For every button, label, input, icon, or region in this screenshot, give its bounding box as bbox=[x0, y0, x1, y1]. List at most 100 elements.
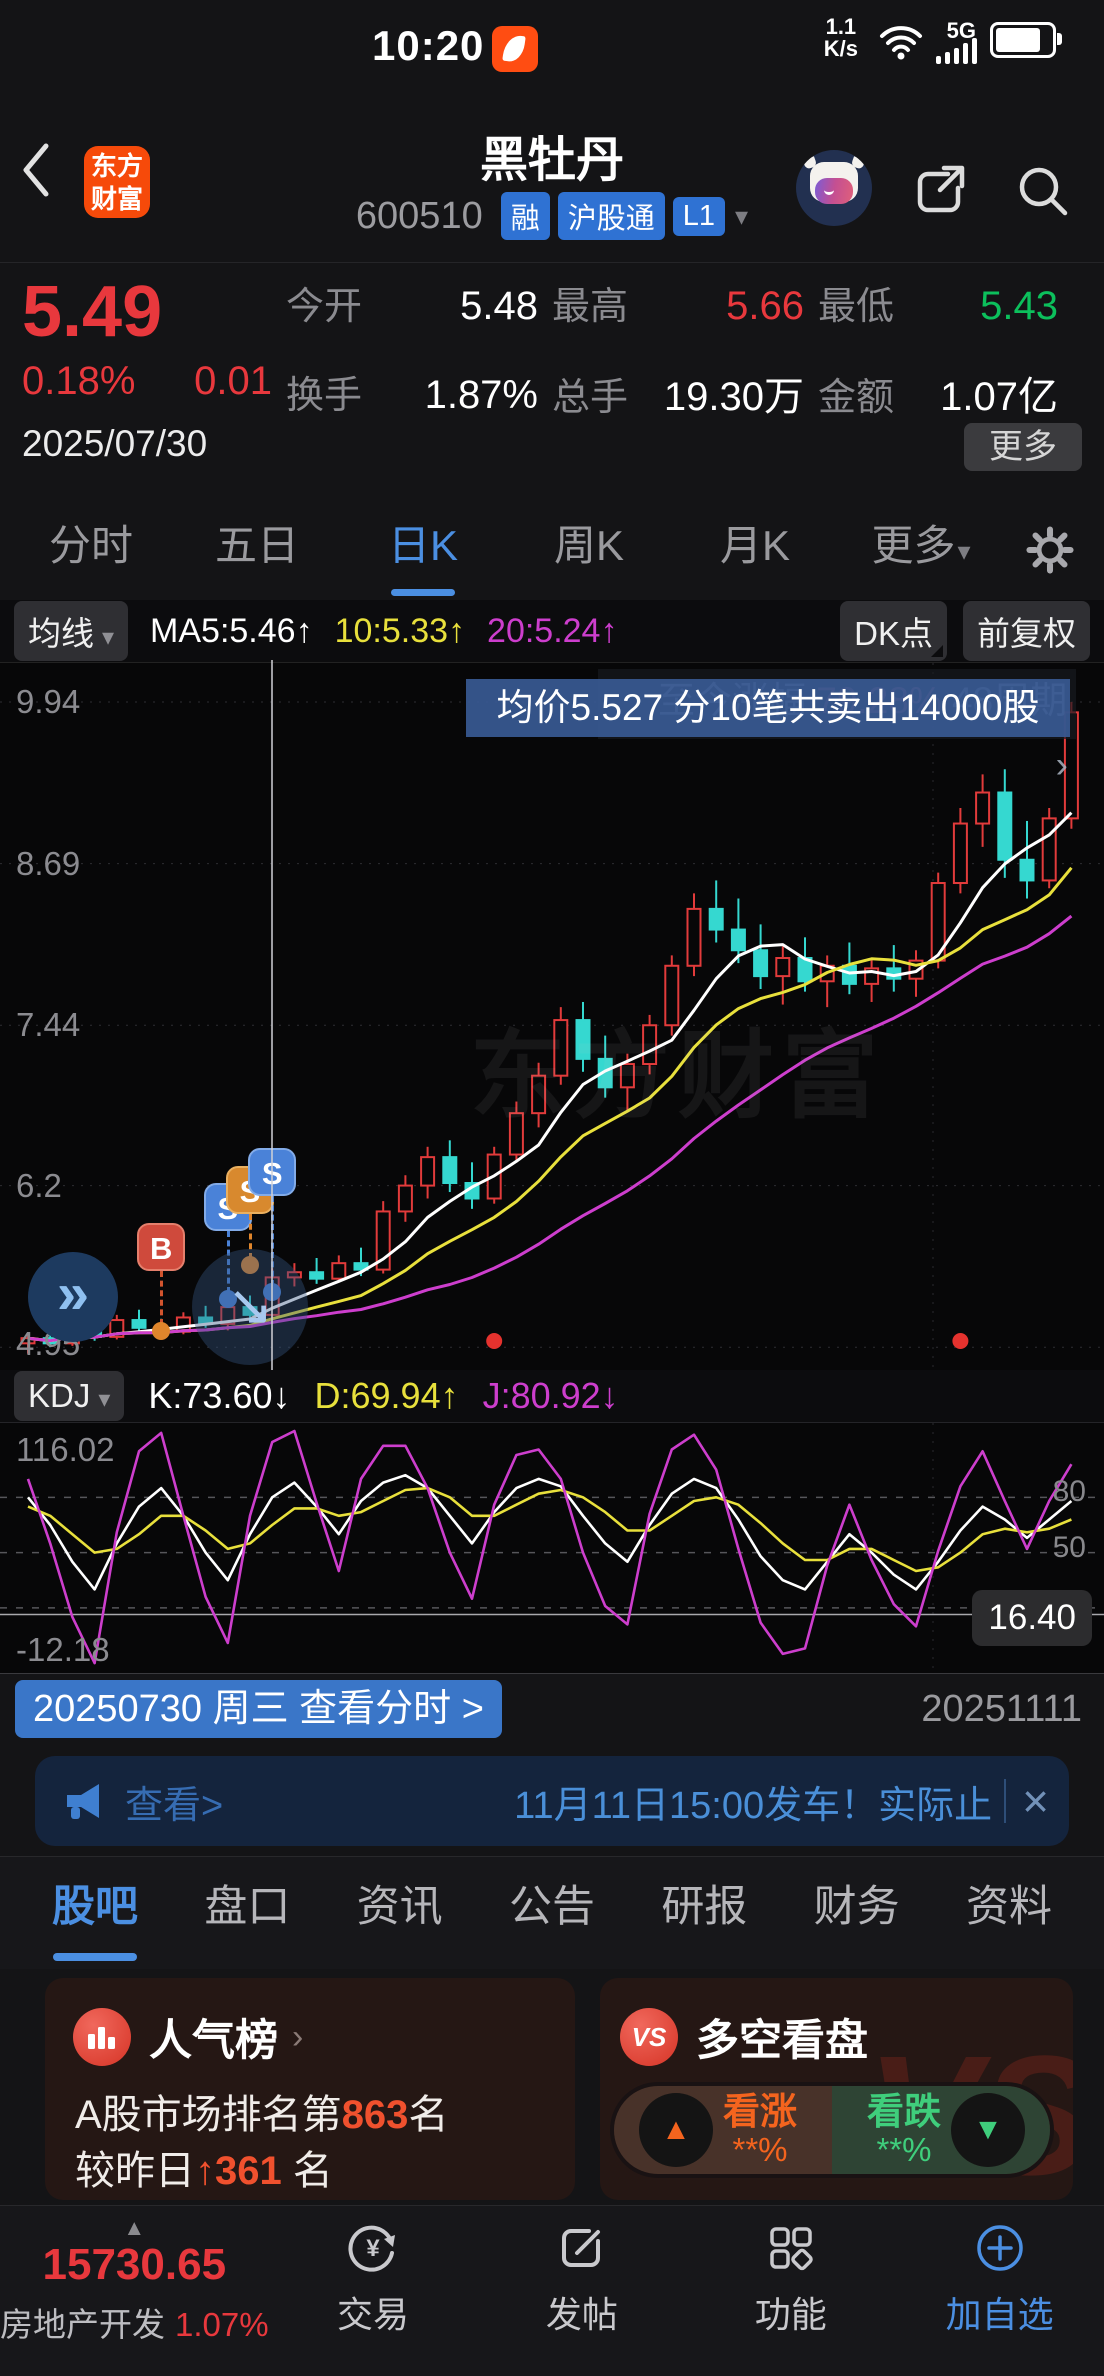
bear-percent: **% bbox=[876, 2131, 932, 2169]
popularity-card[interactable]: 人气榜 › A股市场排名第863名 较昨日↑361 名 bbox=[45, 1978, 575, 2200]
selected-date-badge[interactable]: 20250730 周三 查看分时 > bbox=[15, 1680, 502, 1738]
stat-high: 最高 5.66 bbox=[552, 284, 804, 328]
market-rank-line: A股市场排名第863名 bbox=[75, 2093, 449, 2137]
bull-label: 看涨 bbox=[723, 2090, 797, 2132]
pencil-square-icon bbox=[477, 2220, 686, 2276]
notice-prefix[interactable]: 查看> bbox=[125, 1774, 223, 1829]
forward-adjust-button[interactable]: 前复权 bbox=[963, 601, 1090, 661]
candlestick-chart[interactable]: 东方财富 9.94 8.69 7.44 6.2 4.95 至今涨幅 79.28%… bbox=[0, 662, 1104, 1371]
trade-yuan-icon: ¥ bbox=[269, 2220, 478, 2276]
stat-open: 今开 5.48 bbox=[286, 284, 538, 328]
eastmoney-app-icon bbox=[492, 26, 538, 72]
stat-amount: 金额 1.07亿 bbox=[818, 375, 1058, 419]
level-badge: L1 bbox=[672, 196, 726, 236]
tab-research[interactable]: 研报 bbox=[661, 1857, 747, 1969]
flame-icon bbox=[502, 33, 526, 64]
nav-trade-button[interactable]: ¥ 交易 bbox=[269, 2206, 478, 2376]
long-short-card[interactable]: VS VS 多空看盘 ▲ 看涨 **% 看跌 **% ▼ bbox=[600, 1978, 1073, 2200]
bull-bear-gauge: ▲ 看涨 **% 看跌 **% ▼ bbox=[610, 2082, 1054, 2178]
chevron-down-icon: ▾ bbox=[957, 536, 971, 566]
notice-message[interactable]: 11月11日15:00发车！实际止 bbox=[514, 1774, 992, 1829]
bull-side-button[interactable]: ▲ 看涨 **% bbox=[614, 2086, 832, 2174]
kdj-grid-50-label: 50 bbox=[1052, 1531, 1086, 1564]
tab-monthly-k[interactable]: 月K bbox=[672, 500, 838, 600]
ma5-value: MA5:5.46↑ bbox=[150, 611, 313, 650]
connect-badge: 沪股通 bbox=[557, 192, 665, 240]
notice-divider bbox=[1004, 1779, 1007, 1823]
tab-5day[interactable]: 五日 bbox=[174, 500, 340, 600]
share-icon[interactable] bbox=[908, 160, 970, 222]
stock-code: 600510 bbox=[355, 194, 483, 237]
grid-apps-icon bbox=[686, 2220, 895, 2276]
svg-text:¥: ¥ bbox=[366, 2235, 380, 2262]
tab-profile[interactable]: 资料 bbox=[966, 1857, 1052, 1969]
chevron-right-icon: › bbox=[292, 2017, 304, 2056]
tab-order-book[interactable]: 盘口 bbox=[204, 1857, 290, 1969]
app-screen: 10:20 1.1 K/s 5G 东方 财富 黑牡丹 600510 融 沪股通 … bbox=[0, 0, 1104, 2376]
chart-settings-gear-icon[interactable] bbox=[1004, 521, 1096, 579]
kdj-k-value: K:73.60↓ bbox=[148, 1375, 291, 1416]
nav-functions-button[interactable]: 功能 bbox=[686, 2206, 895, 2376]
chevron-down-icon[interactable]: ▾ bbox=[735, 201, 748, 232]
tab-minute[interactable]: 分时 bbox=[8, 500, 174, 600]
kdj-grid-80-label: 80 bbox=[1052, 1475, 1086, 1508]
assistant-robot-button[interactable] bbox=[796, 150, 872, 226]
stat-volume: 总手 19.30万 bbox=[552, 375, 804, 419]
rank-change-line: 较昨日↑361 名 bbox=[75, 2149, 333, 2193]
ma20-value: 20:5.24↑ bbox=[487, 611, 618, 650]
chevron-down-icon: ▾ bbox=[102, 624, 115, 651]
status-bar: 10:20 1.1 K/s 5G bbox=[0, 0, 1104, 76]
tab-news[interactable]: 资讯 bbox=[357, 1857, 443, 1969]
bear-arrow-icon: ▼ bbox=[951, 2093, 1025, 2167]
chevron-right-icon: › bbox=[1055, 744, 1068, 785]
kdj-d-value: D:69.94↑ bbox=[314, 1375, 459, 1416]
stat-low: 最低 5.43 bbox=[818, 284, 1058, 328]
signal-bars-icon bbox=[936, 38, 980, 64]
kdj-selector-button[interactable]: KDJ ▾ bbox=[14, 1371, 125, 1421]
title-bar: 东方 财富 黑牡丹 600510 融 沪股通 L1 ▾ bbox=[0, 76, 1104, 263]
quote-stats: 今开 5.48 最高 5.66 最低 5.43 换手 1.87% 总手 19.30万 金额… bbox=[286, 275, 1082, 422]
expand-arrow-icon[interactable]: ▲ bbox=[0, 2217, 269, 2239]
bear-side-button[interactable]: 看跌 **% ▼ bbox=[832, 2086, 1050, 2174]
vs-icon: VS bbox=[620, 2008, 678, 2066]
ma-indicator-bar: 均线 ▾ MA5:5.46↑ 10:5.33↑ 20:5.24↑ DK点 前复权 bbox=[0, 600, 1104, 662]
notice-marquee-bar[interactable]: 查看> 11月11日15:00发车！实际止 × bbox=[35, 1756, 1069, 1846]
sector-index-name: 房地产开发 1.07% bbox=[0, 2306, 269, 2343]
bottom-nav-bar: ▲ 15730.65 房地产开发 1.07% ¥ 交易 发帖 功能 加自选 bbox=[0, 2205, 1104, 2376]
kdj-max-label: 116.02 bbox=[16, 1431, 115, 1468]
crosshair-value-badge: 16.40 bbox=[972, 1590, 1092, 1646]
bull-arrow-icon: ▲ bbox=[639, 2093, 713, 2167]
dk-point-button[interactable]: DK点 bbox=[840, 601, 947, 661]
change-value: 0.01 bbox=[194, 359, 272, 403]
tab-financials[interactable]: 财务 bbox=[814, 1857, 900, 1969]
tab-daily-k[interactable]: 日K bbox=[340, 500, 506, 600]
stat-turnover: 换手 1.87% bbox=[286, 373, 538, 417]
quote-date: 2025/07/30 bbox=[22, 423, 208, 464]
more-stats-button[interactable]: 更多 bbox=[964, 423, 1082, 471]
ma-selector-button[interactable]: 均线 ▾ bbox=[14, 601, 129, 661]
megaphone-icon bbox=[67, 1784, 99, 1819]
kdj-j-value: J:80.92↓ bbox=[482, 1375, 619, 1416]
nav-post-button[interactable]: 发帖 bbox=[477, 2206, 686, 2376]
sector-index-item[interactable]: ▲ 15730.65 房地产开发 1.07% bbox=[0, 2206, 269, 2376]
chevron-down-icon: ▾ bbox=[98, 1386, 111, 1413]
kdj-chart[interactable]: 116.02 -12.18 80 50 bbox=[0, 1422, 1104, 1674]
tab-weekly-k[interactable]: 周K bbox=[506, 500, 672, 600]
tab-announcements[interactable]: 公告 bbox=[509, 1857, 595, 1969]
bull-percent: **% bbox=[732, 2131, 788, 2169]
network-speed: 1.1 K/s bbox=[823, 14, 858, 61]
y-axis-label: 6.2 bbox=[16, 1167, 62, 1204]
nav-add-watchlist-button[interactable]: 加自选 bbox=[895, 2206, 1104, 2376]
close-icon[interactable]: × bbox=[1022, 1774, 1049, 1828]
tab-more-periods[interactable]: 更多▾ bbox=[838, 500, 1004, 600]
up-arrow-icon: ↑ bbox=[195, 2149, 215, 2193]
long-short-card-title: 多空看盘 bbox=[696, 2017, 868, 2065]
watermark: 东方财富 bbox=[470, 1023, 886, 1130]
y-axis-label: 7.44 bbox=[16, 1006, 81, 1043]
tab-stock-forum[interactable]: 股吧 bbox=[52, 1857, 138, 1969]
margin-badge: 融 bbox=[500, 192, 550, 240]
search-icon[interactable] bbox=[1012, 160, 1074, 222]
price-change: 0.18% 0.01 bbox=[22, 359, 272, 404]
chart-period-tabs: 分时 五日 日K 周K 月K 更多▾ bbox=[0, 500, 1104, 600]
kdj-min-label: -12.18 bbox=[16, 1631, 110, 1668]
